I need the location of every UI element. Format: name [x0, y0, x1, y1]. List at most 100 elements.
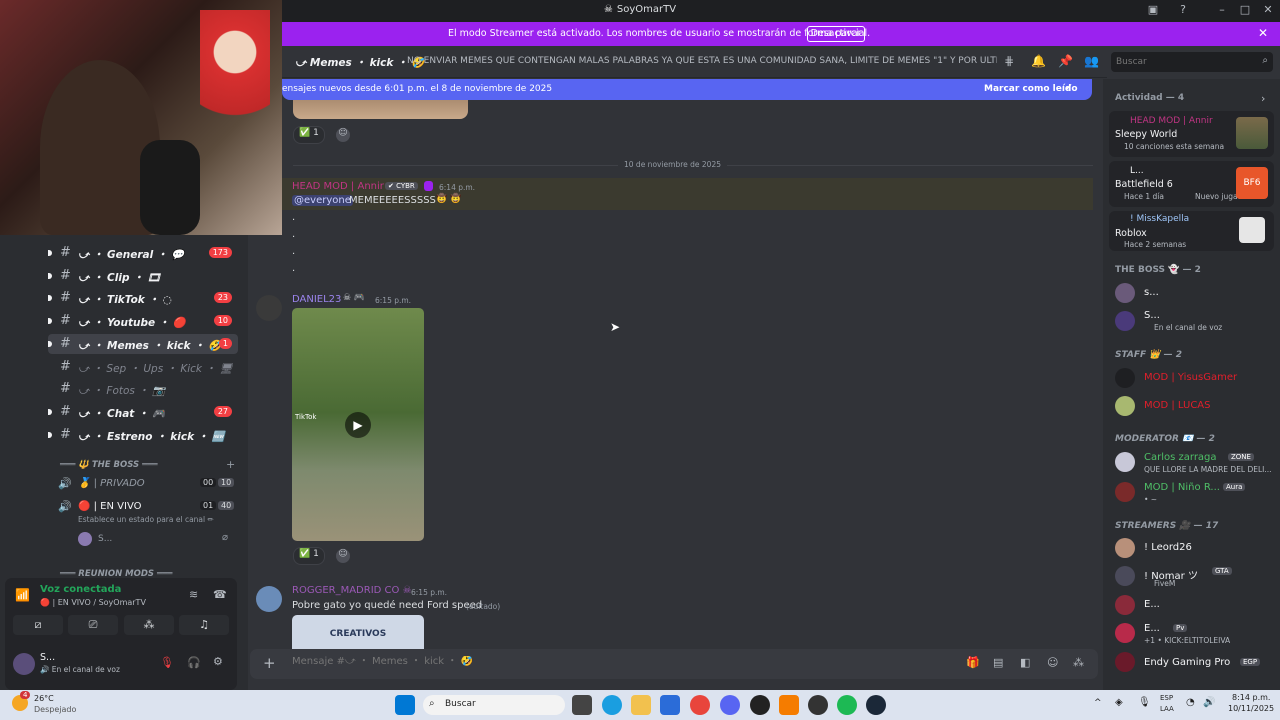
channel-setups[interactable]: # ⤻ ・ Sep ・ Ups ・ Kick ・ 🖥 [48, 357, 238, 377]
reaction[interactable]: ✅ 1 [293, 126, 325, 144]
bell-icon[interactable]: 🔔 [1031, 54, 1046, 68]
avatar[interactable] [1115, 538, 1135, 558]
reaction[interactable]: ✅ 1 [293, 547, 325, 565]
apps-icon[interactable]: ⁂ [1073, 656, 1084, 669]
microphone-icon[interactable]: 🎙 [1138, 697, 1151, 708]
avatar[interactable] [256, 295, 282, 321]
add-reaction-icon[interactable]: ☺ [336, 128, 350, 142]
mark-read-button[interactable]: Marcar como leído [984, 84, 1078, 94]
steam-icon[interactable] [866, 695, 886, 715]
app-icon[interactable] [808, 695, 828, 715]
avatar[interactable] [256, 586, 282, 612]
mute-icon[interactable]: 🎙 [160, 656, 174, 669]
avatar[interactable] [1115, 283, 1135, 303]
gift-icon[interactable]: 🎁 [966, 656, 980, 669]
edge-icon[interactable] [602, 695, 622, 715]
gear-icon[interactable]: ⚙ [213, 655, 223, 668]
member-name[interactable]: MOD | Niño R... [1144, 482, 1220, 493]
network-icon[interactable]: ◔ [1186, 697, 1195, 708]
chevron-up-icon[interactable]: ^ [1094, 698, 1102, 708]
activity-card[interactable]: ! MissKapella Roblox Hace 2 semanas [1109, 211, 1274, 251]
add-attachment-icon[interactable]: + [263, 654, 276, 672]
avatar[interactable] [1115, 311, 1135, 331]
emoji-picker-icon[interactable]: ☺ [1047, 656, 1058, 669]
camera-button[interactable]: ⧄ [13, 615, 63, 635]
message-author[interactable]: ROGGER_MADRID CO ☠ [292, 585, 412, 596]
image-attachment[interactable]: CREATIVOS [292, 615, 424, 649]
add-channel-icon[interactable]: + [226, 458, 235, 471]
members-icon[interactable]: 👥 [1084, 54, 1099, 68]
spotify-icon[interactable] [837, 695, 857, 715]
avatar[interactable] [1115, 482, 1135, 502]
avatar[interactable] [1115, 566, 1135, 586]
member-name[interactable]: s... [1144, 287, 1159, 298]
task-view-icon[interactable] [572, 695, 592, 715]
deactivate-button[interactable]: Desactivar [807, 26, 865, 42]
channel-youtube[interactable]: # ⤻ ・ Youtube ・ 🔴 10 [48, 311, 238, 331]
clock-date[interactable]: 10/11/2025 [1228, 704, 1274, 713]
channel-memes[interactable]: # ⤻ ・ Memes ・ kick ・ 🤣 1 [48, 334, 238, 354]
voice-channel-privado[interactable]: 🔊 🥇 | PRIVADO 00 10 [58, 477, 236, 493]
help-icon[interactable]: ? [1174, 3, 1192, 19]
message-author[interactable]: DANIEL23 [292, 294, 341, 305]
message-composer[interactable]: + 🎁 ▤ ◧ ☺ ⁂ [250, 649, 1098, 679]
file-explorer-icon[interactable] [631, 695, 651, 715]
avatar[interactable] [1115, 652, 1135, 672]
sticker-icon[interactable]: ◧ [1020, 656, 1030, 669]
avatar[interactable] [1115, 595, 1135, 615]
activity-card[interactable]: HEAD MOD | Annir Sleepy World 10 cancion… [1109, 111, 1274, 157]
close-icon[interactable]: ✕ [1258, 26, 1268, 40]
windows-start-icon[interactable] [395, 695, 415, 715]
member-name[interactable]: E... [1144, 623, 1160, 634]
inbox-icon[interactable]: ▣ [1144, 3, 1162, 19]
store-icon[interactable] [660, 695, 680, 715]
avatar[interactable] [78, 532, 92, 546]
avatar[interactable] [1115, 623, 1135, 643]
activity-header[interactable]: Actividad — 4 [1115, 93, 1184, 103]
avatar[interactable] [1115, 452, 1135, 472]
add-reaction-icon[interactable]: ☺ [336, 549, 350, 563]
channel-estreno[interactable]: # ⤻ ・ Estreno ・ kick ・ 🆕 [48, 425, 238, 445]
avatar[interactable] [13, 653, 35, 675]
chevron-right-icon[interactable]: › [1261, 92, 1265, 105]
channel-general[interactable]: # ⤻ ・ General ・ 💬 173 [48, 243, 238, 263]
member-name[interactable]: MOD | YisusGamer [1144, 372, 1237, 383]
channel-clip[interactable]: # ⤻ ・ Clip ・ 🎞 [48, 266, 238, 286]
member-name[interactable]: Carlos zarraga [1144, 452, 1217, 463]
message-author[interactable]: HEAD MOD | Annir [292, 181, 384, 192]
search-box[interactable]: ⌕ [1111, 52, 1273, 72]
video-attachment[interactable]: TikTok ▶ [292, 308, 424, 541]
headphones-icon[interactable]: 🎧 [187, 656, 201, 669]
minimize-button[interactable]: – [1213, 3, 1231, 19]
avatar[interactable] [1115, 368, 1135, 388]
new-messages-banner[interactable]: ensajes nuevos desde 6:01 p.m. el 8 de n… [282, 79, 1092, 100]
channel-fotos[interactable]: # ⤻ ・ Fotos ・ 📷 [48, 379, 238, 399]
activity-card[interactable]: L... Battlefield 6 Hace 1 día Nuevo juga… [1109, 161, 1274, 207]
gif-icon[interactable]: ▤ [993, 656, 1003, 669]
voice-status[interactable]: Voz conectada [40, 584, 121, 595]
language-indicator[interactable]: ESP [1160, 694, 1173, 702]
taskbar-search[interactable]: ⌕ Buscar [423, 695, 565, 715]
search-input[interactable] [1111, 52, 1251, 72]
close-window-button[interactable]: ✕ [1259, 3, 1277, 19]
member-name[interactable]: Endy Gaming Pro [1144, 657, 1230, 668]
threads-icon[interactable]: ⋕ [1004, 54, 1014, 68]
language-indicator-sub[interactable]: LAA [1160, 705, 1174, 713]
member-name[interactable]: S... [1144, 310, 1160, 321]
voice-channel-en-vivo[interactable]: 🔊 🔴 | EN VIVO 01 40 [58, 500, 236, 516]
app-icon[interactable] [779, 695, 799, 715]
chrome-icon[interactable] [690, 695, 710, 715]
tray-icon[interactable]: ◈ [1115, 697, 1123, 708]
maximize-button[interactable]: □ [1236, 3, 1254, 19]
play-icon[interactable]: ▶ [345, 412, 371, 438]
channel-tiktok[interactable]: # ⤻ ・ TikTok ・ ◌ 23 [48, 288, 238, 308]
activities-button[interactable]: ⁂ [124, 615, 174, 635]
voice-channel-link[interactable]: 🔴 | EN VIVO / SoyOmarTV [40, 598, 146, 607]
avatar[interactable] [1115, 396, 1135, 416]
screen-share-button[interactable]: ⎚ [68, 615, 118, 635]
member-name[interactable]: ! Leord26 [1144, 542, 1192, 553]
soundboard-button[interactable]: ♫ [179, 615, 229, 635]
discord-icon[interactable] [720, 695, 740, 715]
message-input[interactable] [292, 656, 892, 667]
user-name[interactable]: S... [40, 652, 55, 663]
